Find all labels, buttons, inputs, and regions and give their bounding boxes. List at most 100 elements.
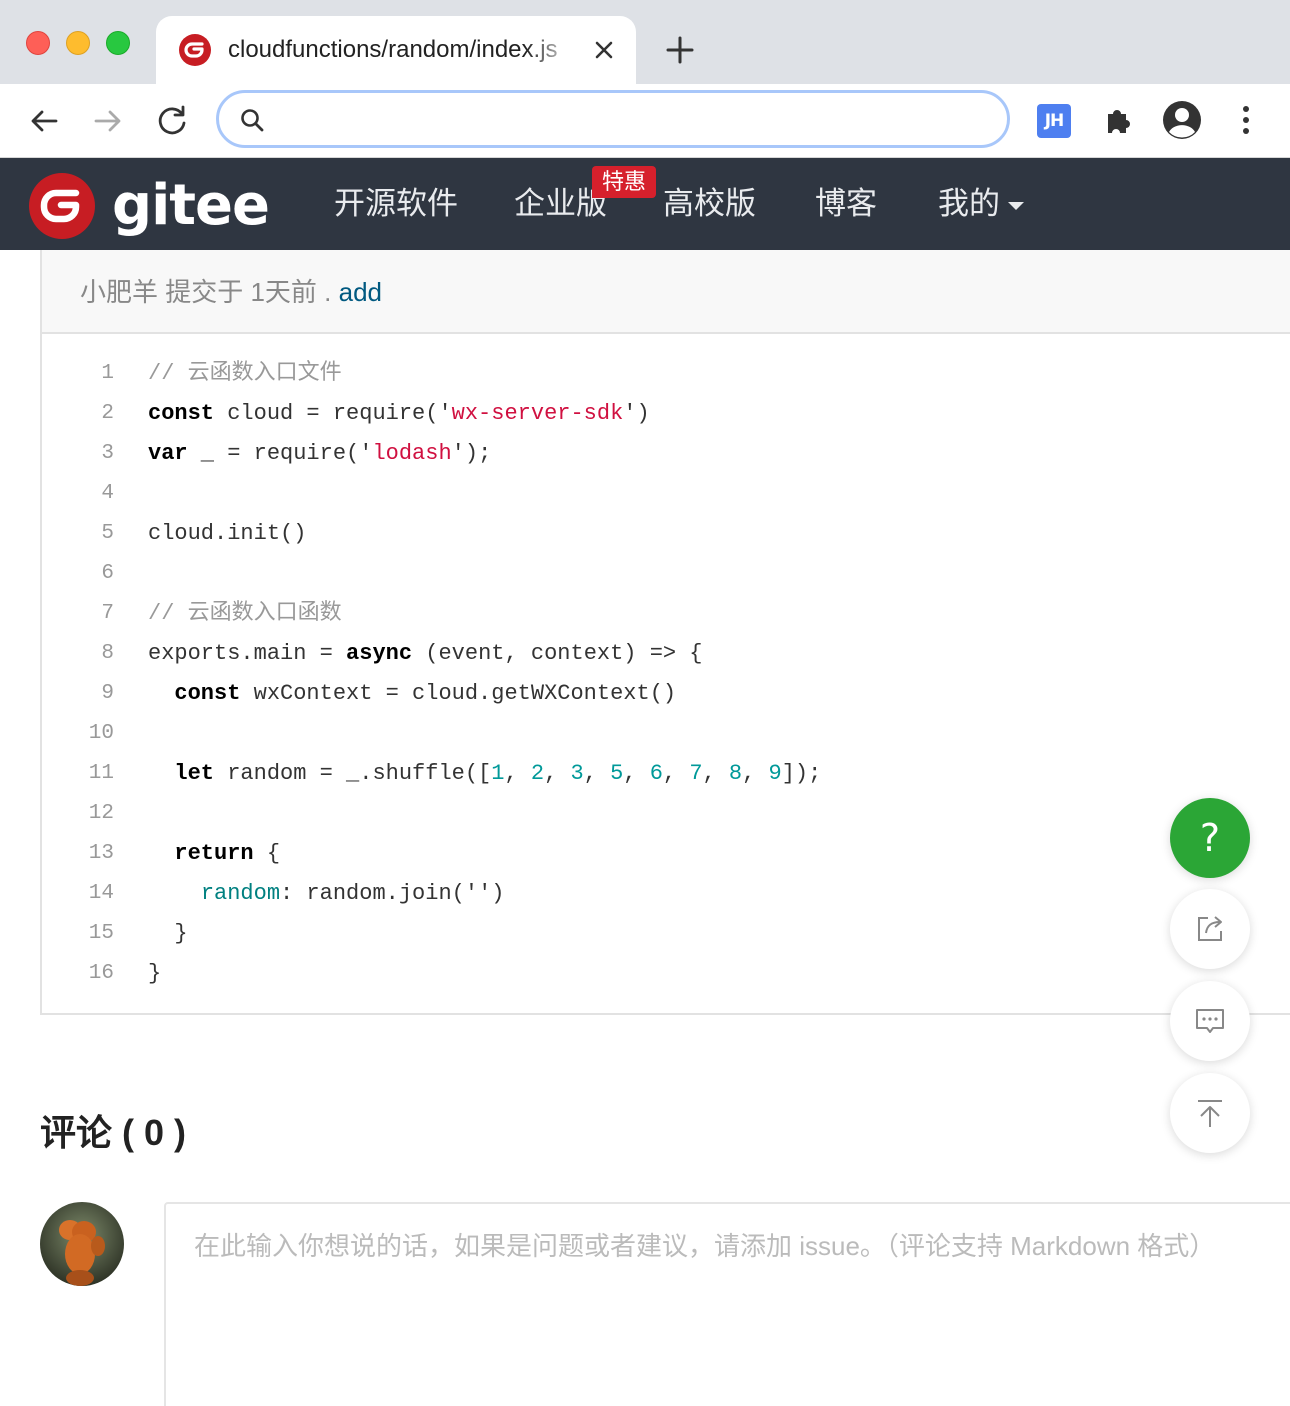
code-text: const cloud = require('wx-server-sdk') [148,394,650,434]
token-num: 3 [570,761,584,786]
chevron-down-icon [1008,201,1024,210]
token: , [702,761,729,786]
token: random = _.shuffle([ [214,761,492,786]
commit-info: 小肥羊 提交于 1天前 . add [80,274,382,310]
gitee-wordmark[interactable]: gitee [112,168,270,244]
feedback-icon [1196,1009,1224,1033]
code-text: } [148,914,187,954]
code-line: 7 // 云函数入口函数 [42,594,1290,634]
line-number[interactable]: 4 [72,474,114,514]
token: , [544,761,571,786]
line-number[interactable]: 10 [72,714,114,754]
line-number[interactable]: 1 [72,354,114,394]
code-line: 12 [42,794,1290,834]
token: } [148,961,162,986]
share-button[interactable] [1170,889,1250,969]
code-line: 6 [42,554,1290,594]
token-num: 6 [649,761,663,786]
code-block: 1 // 云函数入口文件 2 const cloud = require('wx-se… [42,354,1290,994]
address-input[interactable] [279,101,979,137]
extensions-puzzle-icon[interactable] [1100,102,1136,138]
token: , [742,761,769,786]
nav-mine-dropdown[interactable]: 我的 [938,184,1024,224]
line-number[interactable]: 16 [72,954,114,994]
token: '); [451,441,492,466]
line-number[interactable]: 11 [72,754,114,794]
line-number[interactable]: 15 [72,914,114,954]
token-prop: random [200,881,281,906]
gitee-header: gitee 开源软件 企业版 特惠 高校版 博客 我的 [0,158,1290,250]
browser-tab-active[interactable]: cloudfunctions/random/index.js [156,16,636,84]
token: ]); [781,761,822,786]
code-line: 8 exports.main = async (event, context) =… [42,634,1290,674]
token-kw: const [174,681,241,706]
line-number[interactable]: 7 [72,594,114,634]
token: _ = require(' [187,441,373,466]
token: cloud.init() [148,521,307,546]
code-text: let random = _.shuffle([1, 2, 3, 5, 6, 7… [148,754,821,794]
feedback-button[interactable] [1170,981,1250,1061]
line-number[interactable]: 13 [72,834,114,874]
nav-mine-label: 我的 [938,186,1000,221]
user-avatar[interactable] [40,1202,124,1286]
browser-menu-icon[interactable] [1234,102,1258,138]
address-bar[interactable] [216,90,1010,148]
window-close-button[interactable] [26,31,50,55]
nav-opensource[interactable]: 开源软件 [334,184,458,224]
code-text: cloud.init() [148,514,306,554]
line-number[interactable]: 8 [72,634,114,674]
token: { [253,841,281,866]
back-to-top-button[interactable] [1170,1073,1250,1153]
code-line: 4 [42,474,1290,514]
line-number[interactable]: 9 [72,674,114,714]
code-line: 5 cloud.init() [42,514,1290,554]
token: , [623,761,650,786]
new-tab-icon[interactable] [662,32,698,68]
line-number[interactable]: 3 [72,434,114,474]
browser-toolbar: JH [0,84,1290,158]
forward-arrow-icon[interactable] [88,101,128,141]
code-text: exports.main = async (event, context) =>… [148,634,703,674]
token-kw: const [148,401,215,426]
code-text: // 云函数入口文件 [148,354,342,394]
window-zoom-button[interactable] [106,31,130,55]
code-line: 1 // 云函数入口文件 [42,354,1290,394]
window-minimize-button[interactable] [66,31,90,55]
profile-avatar-icon[interactable] [1162,100,1202,140]
tab-close-icon[interactable] [590,36,618,64]
nav-blog[interactable]: 博客 [815,184,877,224]
line-number[interactable]: 2 [72,394,114,434]
search-icon [241,109,264,132]
line-number[interactable]: 5 [72,514,114,554]
jh-extension-icon[interactable]: JH [1037,104,1071,138]
nav-university[interactable]: 高校版 [663,184,756,224]
back-arrow-icon[interactable] [24,101,64,141]
reload-icon[interactable] [152,101,192,141]
comment-editor[interactable] [164,1202,1290,1406]
code-line: 14 random: random.join('') [42,874,1290,914]
line-number[interactable]: 14 [72,874,114,914]
token-num: 7 [689,761,703,786]
code-text: const wxContext = cloud.getWXContext() [148,674,676,714]
line-number[interactable]: 6 [72,554,114,594]
code-text: random: random.join('') [148,874,505,914]
code-line: 2 const cloud = require('wx-server-sdk') [42,394,1290,434]
comments-heading: 评论 ( 0 ) [40,1112,187,1153]
help-button[interactable]: ? [1170,798,1250,878]
commit-author[interactable]: 小肥羊 [80,277,158,307]
comment-input[interactable] [194,1226,1290,1266]
code-line: 10 [42,714,1290,754]
token-kw: let [174,761,215,786]
latest-commit-bar: 小肥羊 提交于 1天前 . add [42,250,1290,334]
token-com: // 云函数入口文件 [148,361,342,386]
token-num: 9 [768,761,782,786]
line-number[interactable]: 12 [72,794,114,834]
token: ') [623,401,650,426]
code-line: 16} [42,954,1290,994]
code-line: 9 const wxContext = cloud.getWXContext() [42,674,1290,714]
commit-message-link[interactable]: add [339,277,382,307]
gitee-logo-icon[interactable] [28,172,96,240]
